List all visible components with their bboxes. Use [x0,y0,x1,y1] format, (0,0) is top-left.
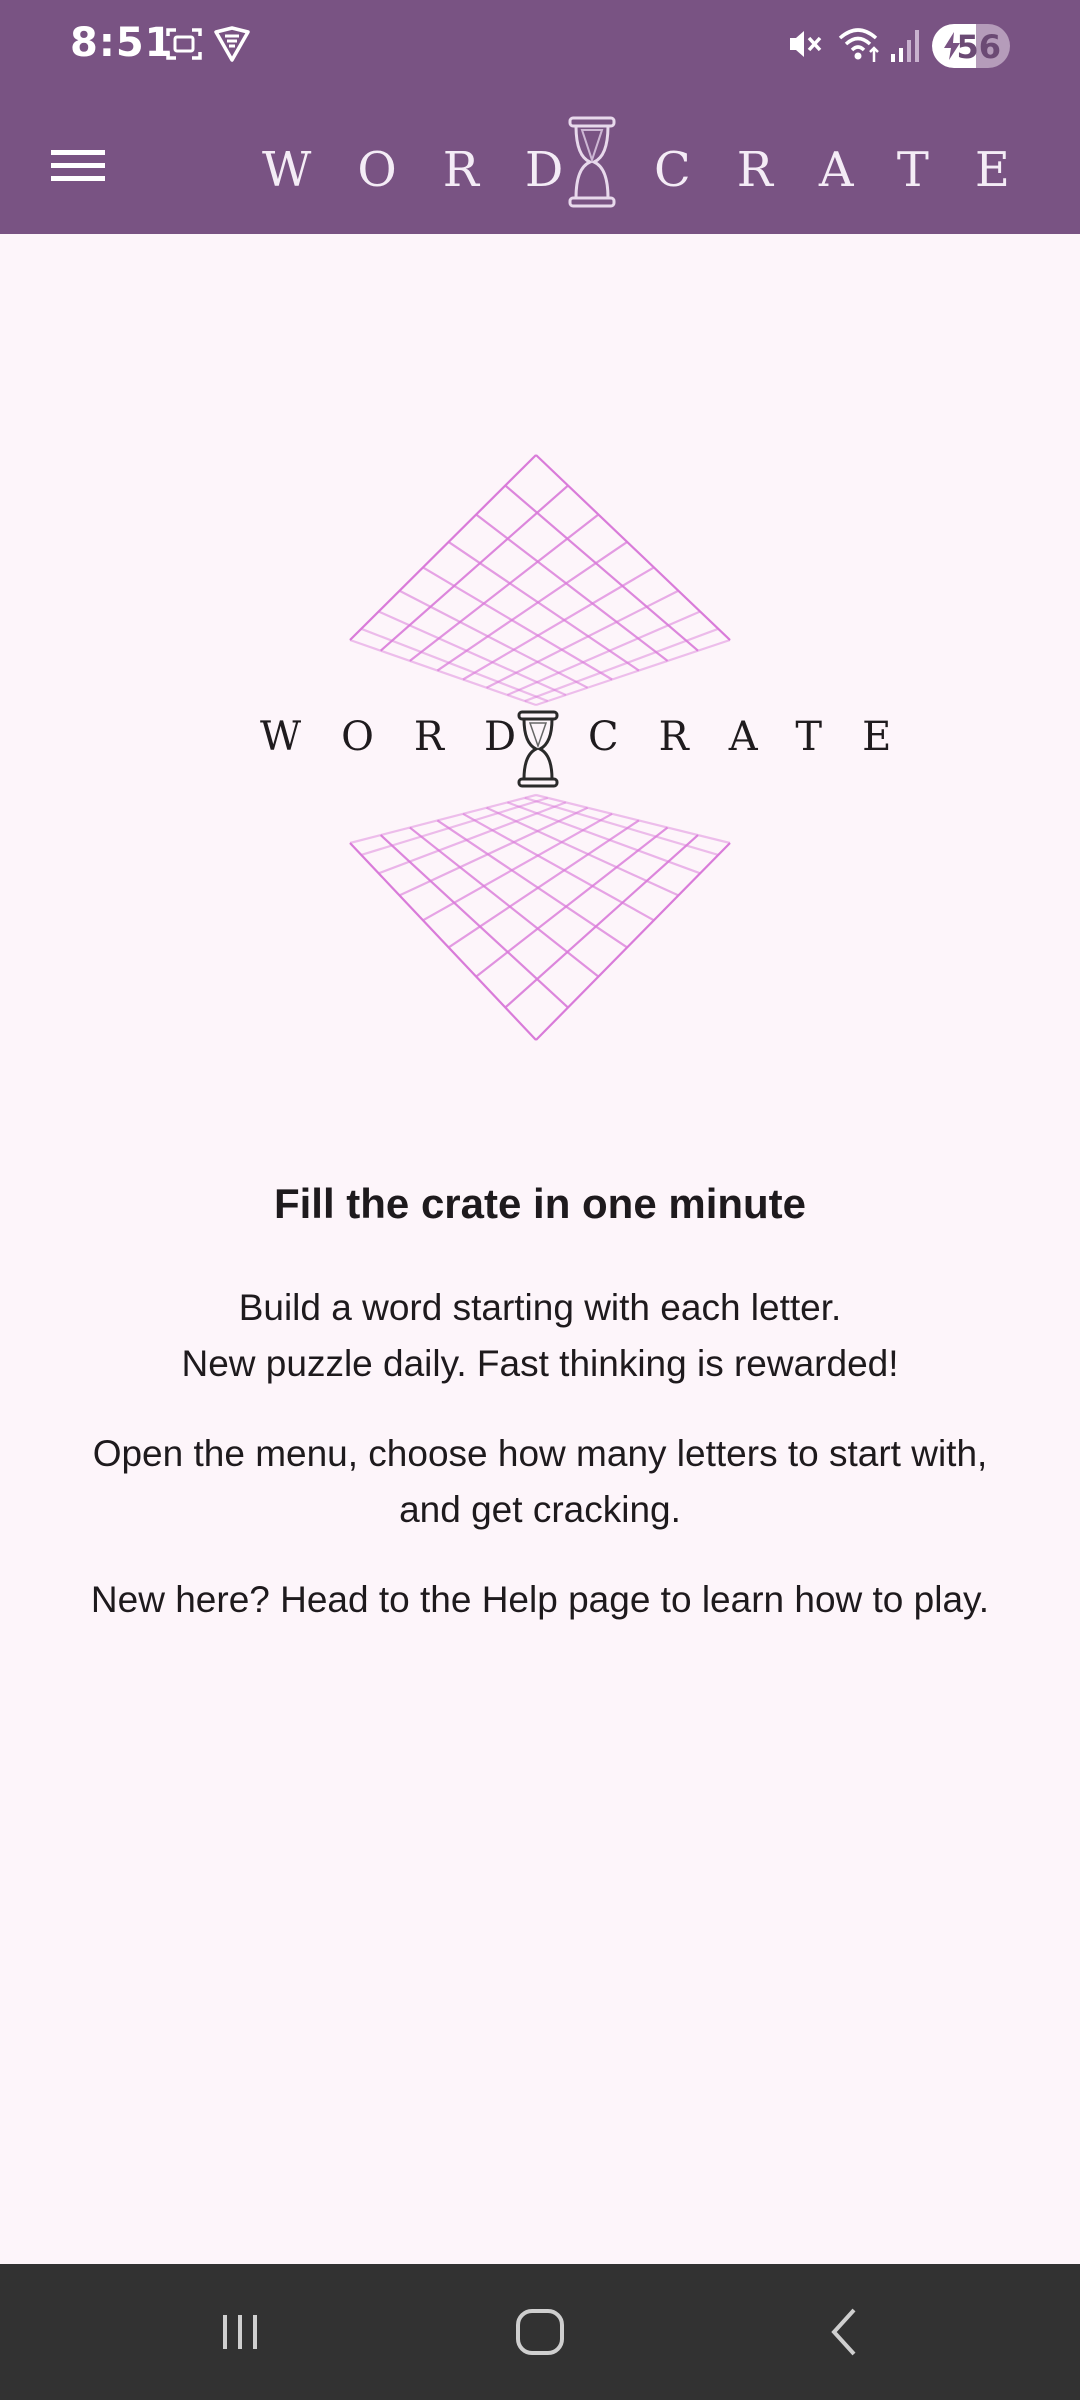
hourglass-icon [566,116,618,213]
home-icon[interactable] [510,2302,570,2367]
grid-line [535,638,731,707]
back-icon[interactable] [816,2302,876,2367]
app-logo: WORD CRATE [262,114,1010,214]
hero-hourglass-icon [516,710,560,793]
status-bar: 8:51 56 [0,0,1080,90]
grid-line [535,842,731,1041]
hero-word-left: WORD [260,714,557,760]
hero-word-right: CRATE [588,714,932,760]
vpn-shield-icon [212,24,252,69]
mute-icon [784,24,824,69]
intro-line-2: New puzzle daily. Fast thinking is rewar… [181,1343,899,1384]
grid-line [360,627,549,703]
intro-paragraph: Build a word starting with each letter. … [60,1280,1020,1392]
grid-line [524,627,719,703]
menu-instructions: Open the menu, choose how many letters t… [92,1433,988,1530]
hero-illustration: WORD CRATE [250,450,891,1050]
status-time: 8:51 [70,20,174,66]
headline: Fill the crate in one minute [273,1180,807,1227]
wifi-icon [836,24,884,69]
recent-apps-icon[interactable] [210,2302,270,2367]
logo-word-left: WORD [262,142,610,198]
app-bar: WORD CRATE [0,90,1080,234]
signal-icon [888,24,924,69]
logo-word-right: CRATE [654,142,1056,198]
grid-line [349,793,537,845]
battery-level: 56 [956,28,1001,66]
battery-indicator: 56 [932,24,1010,68]
system-navigation-bar [0,2264,1080,2400]
screenshot-icon [164,24,204,69]
grid-line [506,801,701,875]
help-hint: New here? Head to the Help page to learn… [90,1579,990,1620]
grid-line [535,454,731,641]
menu-button[interactable] [30,130,126,206]
grid-line [349,638,537,707]
intro-line-1: Build a word starting with each letter. [238,1287,842,1328]
hamburger-menu-icon [51,146,105,191]
